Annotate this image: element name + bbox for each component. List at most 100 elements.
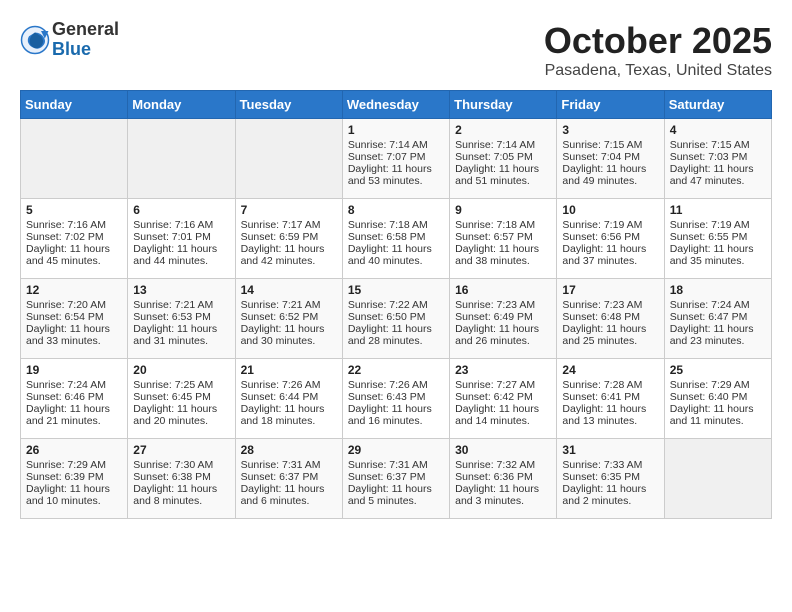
daylight-text: Daylight: 11 hours and 38 minutes.: [455, 243, 539, 267]
calendar-cell: [128, 119, 235, 199]
sunrise-text: Sunrise: 7:26 AM: [241, 379, 321, 391]
logo-general-text: General: [52, 20, 119, 40]
daylight-text: Daylight: 11 hours and 40 minutes.: [348, 243, 432, 267]
sunset-text: Sunset: 6:49 PM: [455, 311, 533, 323]
daylight-text: Daylight: 11 hours and 28 minutes.: [348, 323, 432, 347]
sunset-text: Sunset: 7:03 PM: [670, 151, 748, 163]
calendar-cell: 14Sunrise: 7:21 AMSunset: 6:52 PMDayligh…: [235, 279, 342, 359]
sunset-text: Sunset: 6:54 PM: [26, 311, 104, 323]
calendar-cell: 29Sunrise: 7:31 AMSunset: 6:37 PMDayligh…: [342, 439, 449, 519]
sunrise-text: Sunrise: 7:18 AM: [348, 219, 428, 231]
sunrise-text: Sunrise: 7:29 AM: [670, 379, 750, 391]
calendar-cell: [21, 119, 128, 199]
day-number: 5: [26, 203, 122, 217]
sunset-text: Sunset: 6:45 PM: [133, 391, 211, 403]
sunrise-text: Sunrise: 7:16 AM: [26, 219, 106, 231]
day-number: 8: [348, 203, 444, 217]
logo-icon: [20, 25, 50, 55]
sunrise-text: Sunrise: 7:24 AM: [670, 299, 750, 311]
calendar-cell: 20Sunrise: 7:25 AMSunset: 6:45 PMDayligh…: [128, 359, 235, 439]
day-number: 16: [455, 283, 551, 297]
calendar-cell: 15Sunrise: 7:22 AMSunset: 6:50 PMDayligh…: [342, 279, 449, 359]
sunset-text: Sunset: 6:40 PM: [670, 391, 748, 403]
page-header: General Blue October 2025 Pasadena, Texa…: [20, 20, 772, 80]
calendar-cell: [235, 119, 342, 199]
daylight-text: Daylight: 11 hours and 5 minutes.: [348, 483, 432, 507]
daylight-text: Daylight: 11 hours and 23 minutes.: [670, 323, 754, 347]
daylight-text: Daylight: 11 hours and 18 minutes.: [241, 403, 325, 427]
weekday-header-tuesday: Tuesday: [235, 91, 342, 119]
day-number: 24: [562, 363, 658, 377]
sunset-text: Sunset: 6:58 PM: [348, 231, 426, 243]
calendar-cell: 30Sunrise: 7:32 AMSunset: 6:36 PMDayligh…: [450, 439, 557, 519]
day-number: 17: [562, 283, 658, 297]
daylight-text: Daylight: 11 hours and 6 minutes.: [241, 483, 325, 507]
calendar-cell: 2Sunrise: 7:14 AMSunset: 7:05 PMDaylight…: [450, 119, 557, 199]
day-number: 20: [133, 363, 229, 377]
weekday-header-monday: Monday: [128, 91, 235, 119]
daylight-text: Daylight: 11 hours and 53 minutes.: [348, 163, 432, 187]
day-number: 30: [455, 443, 551, 457]
calendar-cell: 26Sunrise: 7:29 AMSunset: 6:39 PMDayligh…: [21, 439, 128, 519]
sunset-text: Sunset: 6:57 PM: [455, 231, 533, 243]
daylight-text: Daylight: 11 hours and 2 minutes.: [562, 483, 646, 507]
calendar-week-3: 12Sunrise: 7:20 AMSunset: 6:54 PMDayligh…: [21, 279, 772, 359]
calendar-week-1: 1Sunrise: 7:14 AMSunset: 7:07 PMDaylight…: [21, 119, 772, 199]
weekday-header-thursday: Thursday: [450, 91, 557, 119]
calendar-cell: [664, 439, 771, 519]
sunset-text: Sunset: 6:46 PM: [26, 391, 104, 403]
calendar-week-2: 5Sunrise: 7:16 AMSunset: 7:02 PMDaylight…: [21, 199, 772, 279]
sunset-text: Sunset: 6:48 PM: [562, 311, 640, 323]
daylight-text: Daylight: 11 hours and 47 minutes.: [670, 163, 754, 187]
calendar-cell: 5Sunrise: 7:16 AMSunset: 7:02 PMDaylight…: [21, 199, 128, 279]
day-number: 18: [670, 283, 766, 297]
day-number: 3: [562, 123, 658, 137]
calendar-week-5: 26Sunrise: 7:29 AMSunset: 6:39 PMDayligh…: [21, 439, 772, 519]
sunrise-text: Sunrise: 7:28 AM: [562, 379, 642, 391]
weekday-header-row: SundayMondayTuesdayWednesdayThursdayFrid…: [21, 91, 772, 119]
sunrise-text: Sunrise: 7:32 AM: [455, 459, 535, 471]
calendar-cell: 3Sunrise: 7:15 AMSunset: 7:04 PMDaylight…: [557, 119, 664, 199]
logo-blue-text: Blue: [52, 40, 119, 60]
sunset-text: Sunset: 6:50 PM: [348, 311, 426, 323]
day-number: 4: [670, 123, 766, 137]
daylight-text: Daylight: 11 hours and 35 minutes.: [670, 243, 754, 267]
calendar-cell: 22Sunrise: 7:26 AMSunset: 6:43 PMDayligh…: [342, 359, 449, 439]
logo-text: General Blue: [52, 20, 119, 60]
daylight-text: Daylight: 11 hours and 26 minutes.: [455, 323, 539, 347]
sunset-text: Sunset: 6:37 PM: [241, 471, 319, 483]
sunrise-text: Sunrise: 7:15 AM: [562, 139, 642, 151]
day-number: 23: [455, 363, 551, 377]
sunrise-text: Sunrise: 7:19 AM: [670, 219, 750, 231]
sunset-text: Sunset: 6:35 PM: [562, 471, 640, 483]
sunrise-text: Sunrise: 7:18 AM: [455, 219, 535, 231]
sunrise-text: Sunrise: 7:23 AM: [455, 299, 535, 311]
daylight-text: Daylight: 11 hours and 16 minutes.: [348, 403, 432, 427]
sunrise-text: Sunrise: 7:27 AM: [455, 379, 535, 391]
title-block: October 2025 Pasadena, Texas, United Sta…: [544, 20, 772, 80]
daylight-text: Daylight: 11 hours and 25 minutes.: [562, 323, 646, 347]
sunset-text: Sunset: 6:38 PM: [133, 471, 211, 483]
day-number: 7: [241, 203, 337, 217]
calendar-cell: 6Sunrise: 7:16 AMSunset: 7:01 PMDaylight…: [128, 199, 235, 279]
daylight-text: Daylight: 11 hours and 33 minutes.: [26, 323, 110, 347]
calendar-cell: 1Sunrise: 7:14 AMSunset: 7:07 PMDaylight…: [342, 119, 449, 199]
sunset-text: Sunset: 6:44 PM: [241, 391, 319, 403]
calendar-cell: 11Sunrise: 7:19 AMSunset: 6:55 PMDayligh…: [664, 199, 771, 279]
calendar-cell: 27Sunrise: 7:30 AMSunset: 6:38 PMDayligh…: [128, 439, 235, 519]
weekday-header-friday: Friday: [557, 91, 664, 119]
sunset-text: Sunset: 6:47 PM: [670, 311, 748, 323]
daylight-text: Daylight: 11 hours and 11 minutes.: [670, 403, 754, 427]
sunset-text: Sunset: 6:39 PM: [26, 471, 104, 483]
sunset-text: Sunset: 6:41 PM: [562, 391, 640, 403]
logo: General Blue: [20, 20, 119, 60]
day-number: 31: [562, 443, 658, 457]
sunrise-text: Sunrise: 7:31 AM: [241, 459, 321, 471]
calendar-cell: 28Sunrise: 7:31 AMSunset: 6:37 PMDayligh…: [235, 439, 342, 519]
calendar-cell: 31Sunrise: 7:33 AMSunset: 6:35 PMDayligh…: [557, 439, 664, 519]
day-number: 29: [348, 443, 444, 457]
sunrise-text: Sunrise: 7:20 AM: [26, 299, 106, 311]
calendar-table: SundayMondayTuesdayWednesdayThursdayFrid…: [20, 90, 772, 519]
daylight-text: Daylight: 11 hours and 13 minutes.: [562, 403, 646, 427]
month-title: October 2025: [544, 20, 772, 62]
